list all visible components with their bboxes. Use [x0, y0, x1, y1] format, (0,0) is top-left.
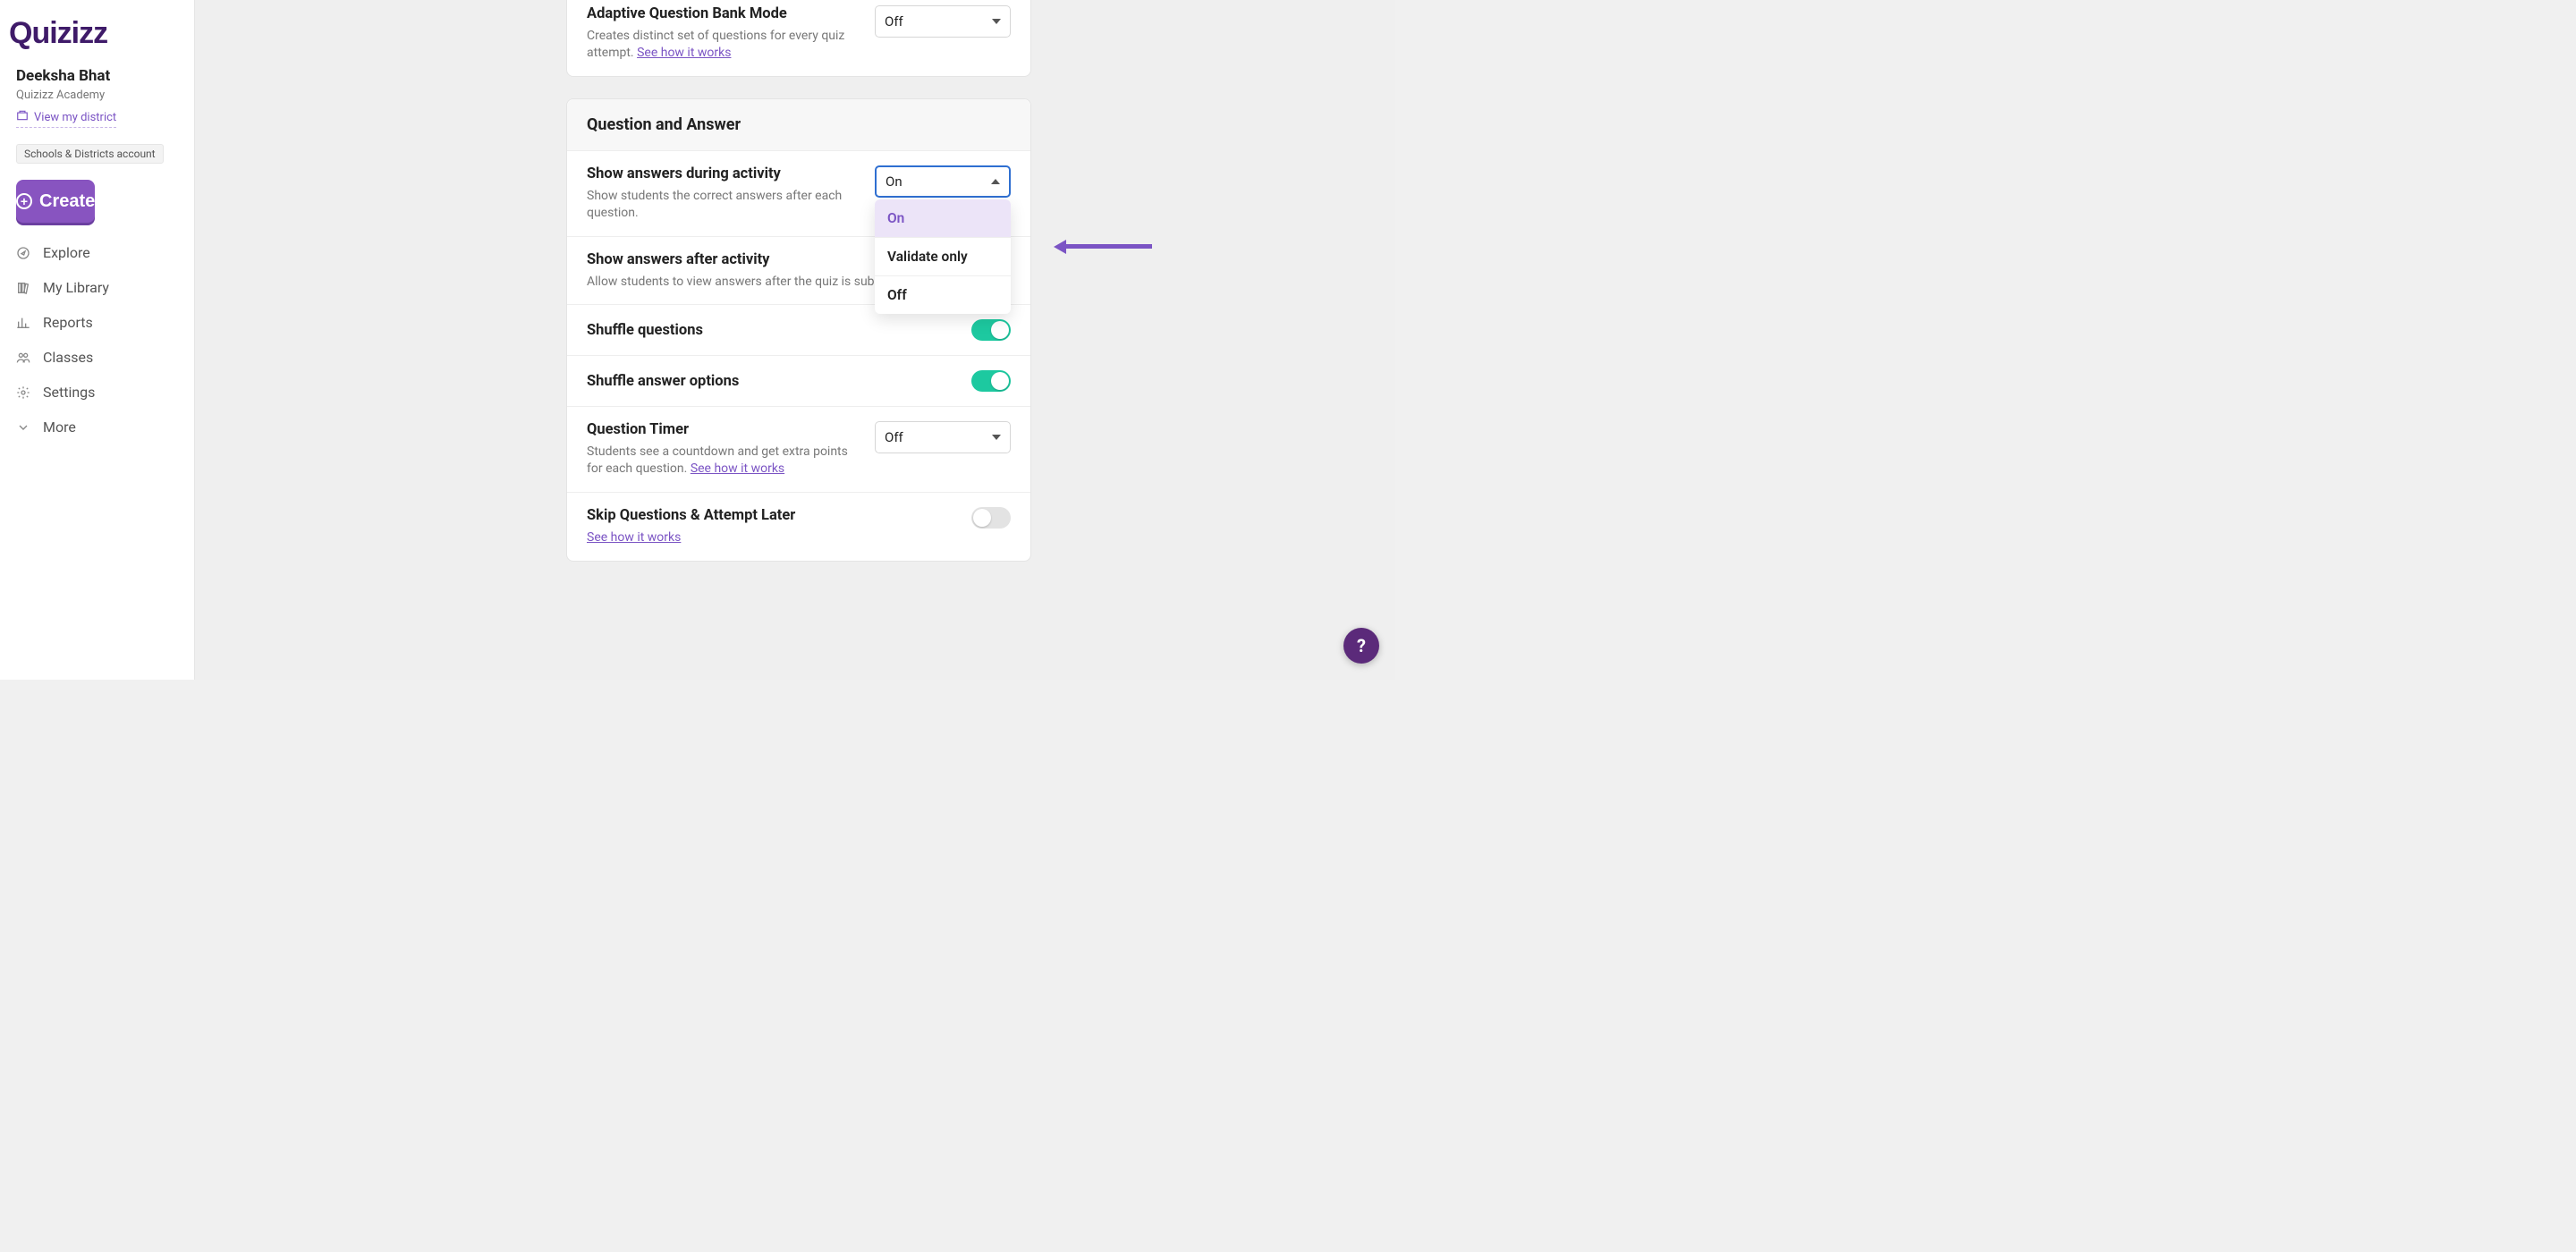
- sidebar-nav: Explore My Library Reports Classes Setti…: [0, 235, 194, 444]
- setting-title: Question Timer: [587, 421, 859, 438]
- setting-title: Skip Questions & Attempt Later: [587, 507, 955, 524]
- sidebar-item-label: Explore: [43, 244, 90, 261]
- gear-icon: [16, 385, 32, 400]
- sidebar-item-classes[interactable]: Classes: [0, 340, 194, 375]
- setting-desc: Show students the correct answers after …: [587, 188, 859, 222]
- sidebar-item-label: Settings: [43, 384, 95, 401]
- setting-title: Adaptive Question Bank Mode: [587, 5, 859, 22]
- question-mark-icon: ?: [1357, 635, 1366, 656]
- district-link-label: View my district: [34, 111, 116, 124]
- setting-title: Show answers during activity: [587, 165, 859, 182]
- row-adaptive-question-bank: Adaptive Question Bank Mode Creates dist…: [567, 0, 1030, 76]
- compass-icon: [16, 246, 32, 260]
- setting-desc: Students see a countdown and get extra p…: [587, 444, 859, 478]
- sidebar: Quizizz Deeksha Bhat Quizizz Academy Vie…: [0, 0, 195, 680]
- dropdown-option-off[interactable]: Off: [875, 276, 1011, 314]
- user-block: Deeksha Bhat Quizizz Academy View my dis…: [0, 58, 194, 133]
- sidebar-item-reports[interactable]: Reports: [0, 305, 194, 340]
- adaptive-mode-select[interactable]: Off: [875, 5, 1011, 38]
- chevron-down-icon: [16, 420, 32, 435]
- sidebar-item-settings[interactable]: Settings: [0, 375, 194, 410]
- sidebar-item-my-library[interactable]: My Library: [0, 270, 194, 305]
- caret-up-icon: [991, 179, 1000, 184]
- card-header: Question and Answer: [567, 99, 1030, 151]
- sidebar-item-label: Classes: [43, 349, 93, 366]
- row-shuffle-answer-options: Shuffle answer options: [567, 356, 1030, 407]
- user-school: Quizizz Academy: [16, 89, 178, 102]
- view-district-link[interactable]: View my district: [16, 109, 116, 128]
- dropdown-option-on[interactable]: On: [875, 199, 1011, 238]
- annotation-arrow: [1054, 240, 1152, 252]
- dropdown-option-validate-only[interactable]: Validate only: [875, 238, 1011, 276]
- setting-desc: Creates distinct set of questions for ev…: [587, 28, 859, 62]
- user-name: Deeksha Bhat: [16, 67, 178, 85]
- select-value: Off: [885, 429, 903, 445]
- account-type-badge: Schools & Districts account: [16, 144, 164, 164]
- shuffle-questions-toggle[interactable]: [971, 319, 1011, 341]
- shuffle-answer-options-toggle[interactable]: [971, 370, 1011, 392]
- card-question-answer: Question and Answer Show answers during …: [566, 98, 1031, 562]
- help-button[interactable]: ?: [1343, 628, 1379, 664]
- skip-howitworks-link[interactable]: See how it works: [587, 530, 681, 545]
- sidebar-item-label: More: [43, 419, 76, 436]
- row-skip-questions: Skip Questions & Attempt Later See how i…: [567, 493, 1030, 561]
- building-icon: [16, 109, 29, 125]
- setting-desc: See how it works: [587, 529, 955, 546]
- caret-down-icon: [992, 435, 1001, 440]
- card-adaptive: improve accuracy. Adaptive Question Bank…: [566, 0, 1031, 77]
- row-show-answers-during: Show answers during activity Show studen…: [567, 151, 1030, 237]
- select-value: Off: [885, 13, 903, 30]
- sidebar-item-label: My Library: [43, 279, 109, 296]
- setting-title: Shuffle answer options: [587, 373, 739, 390]
- select-value: On: [886, 173, 902, 190]
- brand-logo: Quizizz: [0, 11, 194, 58]
- classes-icon: [16, 351, 32, 365]
- sidebar-item-explore[interactable]: Explore: [0, 235, 194, 270]
- create-button-label: Create: [39, 191, 95, 212]
- adaptive-howitworks-link[interactable]: See how it works: [637, 46, 731, 60]
- show-answers-during-select[interactable]: On: [875, 165, 1011, 198]
- create-button[interactable]: + Create: [16, 180, 95, 223]
- settings-panel: improve accuracy. Adaptive Question Bank…: [195, 0, 1395, 680]
- timer-howitworks-link[interactable]: See how it works: [691, 461, 784, 476]
- plus-circle-icon: +: [16, 193, 32, 209]
- setting-title: Shuffle questions: [587, 322, 703, 339]
- sidebar-item-more[interactable]: More: [0, 410, 194, 444]
- show-answers-during-dropdown: On Validate only Off: [875, 199, 1011, 314]
- question-timer-select[interactable]: Off: [875, 421, 1011, 453]
- caret-down-icon: [992, 19, 1001, 24]
- row-question-timer: Question Timer Students see a countdown …: [567, 407, 1030, 493]
- skip-questions-toggle[interactable]: [971, 507, 1011, 529]
- sidebar-item-label: Reports: [43, 314, 93, 331]
- chart-icon: [16, 316, 32, 330]
- library-icon: [16, 281, 32, 295]
